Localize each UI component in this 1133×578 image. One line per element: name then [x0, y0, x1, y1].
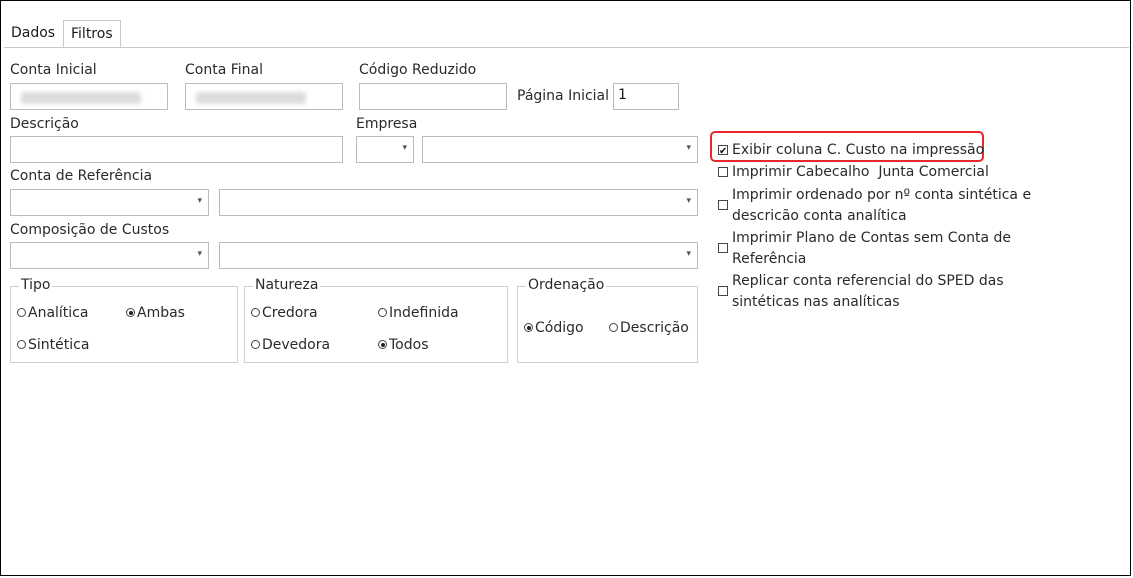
- conta-referencia-name-select[interactable]: ▾: [219, 189, 698, 216]
- conta-inicial-label: Conta Inicial: [10, 62, 97, 78]
- tipo-legend: Tipo: [19, 277, 53, 293]
- radio-circle: [251, 340, 260, 349]
- conta-inicial-input[interactable]: [10, 83, 168, 110]
- pagina-inicial-input[interactable]: 1: [613, 83, 679, 110]
- tab-filtros[interactable]: Filtros: [63, 20, 121, 48]
- radio-circle: [17, 308, 26, 317]
- checkbox-unchecked: [718, 286, 728, 296]
- checkbox-label: Imprimir Cabecalho Junta Comercial: [732, 164, 989, 180]
- composicao-custos-label: Composição de Custos: [10, 222, 170, 238]
- checkbox-checked: [718, 141, 728, 162]
- radio-label: Credora: [262, 305, 318, 321]
- pagina-inicial-label: Página Inicial: [517, 88, 610, 104]
- redacted-value: [196, 92, 306, 104]
- chevron-down-icon: ▾: [686, 143, 691, 153]
- checkbox-exibir-c-custo[interactable]: Exibir coluna C. Custo na impressão: [718, 140, 988, 162]
- conta-final-input[interactable]: [185, 83, 343, 110]
- redacted-value: [21, 92, 141, 104]
- empresa-code-select[interactable]: ▾: [356, 136, 414, 163]
- checkbox-unchecked: [718, 243, 728, 253]
- empresa-name-select[interactable]: ▾: [422, 136, 698, 163]
- chevron-down-icon: ▾: [402, 143, 407, 153]
- radio-label: Todos: [389, 337, 429, 353]
- radio-devedora[interactable]: Devedora: [251, 337, 330, 353]
- natureza-legend: Natureza: [253, 277, 321, 293]
- checkbox-imprimir-plano-sem-referencia[interactable]: Imprimir Plano de Contas sem Conta de Re…: [718, 228, 1038, 270]
- checkbox-unchecked: [718, 200, 728, 210]
- conta-referencia-label: Conta de Referência: [10, 168, 153, 184]
- radio-todos[interactable]: Todos: [378, 337, 428, 353]
- radio-label: Descrição: [620, 320, 689, 336]
- codigo-reduzido-input[interactable]: [359, 83, 507, 110]
- radio-codigo[interactable]: Código: [524, 320, 584, 336]
- tab-dados[interactable]: Dados: [4, 20, 62, 47]
- checkbox-unchecked: [718, 167, 728, 177]
- checkbox-label-line2: descricão conta analítica: [732, 208, 907, 224]
- composicao-custos-code-select[interactable]: ▾: [10, 242, 209, 269]
- radio-indefinida[interactable]: Indefinida: [378, 305, 459, 321]
- checkbox-label-line1: Imprimir Plano de Contas sem Conta de: [732, 230, 1012, 246]
- checkbox-imprimir-ordenado[interactable]: Imprimir ordenado por nº conta sintética…: [718, 185, 1038, 227]
- radio-circle: [17, 340, 26, 349]
- tab-divider: [4, 47, 1129, 48]
- chevron-down-icon: ▾: [686, 249, 691, 259]
- conta-referencia-code-select[interactable]: ▾: [10, 189, 209, 216]
- radio-descricao[interactable]: Descrição: [609, 320, 689, 336]
- radio-sintetica[interactable]: Sintética: [17, 337, 89, 353]
- radio-circle-selected: [126, 308, 135, 317]
- natureza-group: Natureza Credora Indefinida Devedora Tod…: [244, 277, 508, 363]
- chevron-down-icon: ▾: [197, 249, 202, 259]
- ordenacao-group: Ordenação Código Descrição: [517, 277, 698, 363]
- checkbox-label-line1: Replicar conta referencial do SPED das: [732, 273, 1004, 289]
- radio-circle: [609, 323, 618, 332]
- checkbox-replicar-conta-referencial[interactable]: Replicar conta referencial do SPED das s…: [718, 271, 1038, 313]
- radio-label: Analítica: [28, 305, 89, 321]
- radio-circle: [378, 308, 387, 317]
- conta-final-label: Conta Final: [185, 62, 263, 78]
- pagina-inicial-value: 1: [618, 87, 627, 103]
- checkbox-label-line2: Referência: [732, 251, 807, 267]
- composicao-custos-name-select[interactable]: ▾: [219, 242, 698, 269]
- codigo-reduzido-label: Código Reduzido: [359, 62, 477, 78]
- descricao-input[interactable]: [10, 136, 343, 163]
- chevron-down-icon: ▾: [686, 196, 691, 206]
- radio-ambas[interactable]: Ambas: [126, 305, 185, 321]
- radio-analitica[interactable]: Analítica: [17, 305, 88, 321]
- radio-label: Devedora: [262, 337, 331, 353]
- checkbox-label-line2: sintéticas nas analíticas: [732, 294, 900, 310]
- checkbox-label-line1: Imprimir ordenado por nº conta sintética…: [732, 187, 1032, 203]
- radio-credora[interactable]: Credora: [251, 305, 318, 321]
- radio-label: Sintética: [28, 337, 90, 353]
- tipo-group: Tipo Analítica Ambas Sintética: [10, 277, 238, 363]
- checkbox-label: Exibir coluna C. Custo na impressão: [732, 142, 985, 158]
- checkbox-imprimir-cabecalho[interactable]: Imprimir Cabecalho Junta Comercial: [718, 162, 998, 183]
- radio-circle: [251, 308, 260, 317]
- radio-label: Código: [535, 320, 584, 336]
- radio-circle-selected: [378, 340, 387, 349]
- radio-label: Ambas: [137, 305, 185, 321]
- ordenacao-legend: Ordenação: [526, 277, 607, 293]
- descricao-label: Descrição: [10, 116, 79, 132]
- chevron-down-icon: ▾: [197, 196, 202, 206]
- radio-circle-selected: [524, 323, 533, 332]
- empresa-label: Empresa: [356, 116, 418, 132]
- radio-label: Indefinida: [389, 305, 459, 321]
